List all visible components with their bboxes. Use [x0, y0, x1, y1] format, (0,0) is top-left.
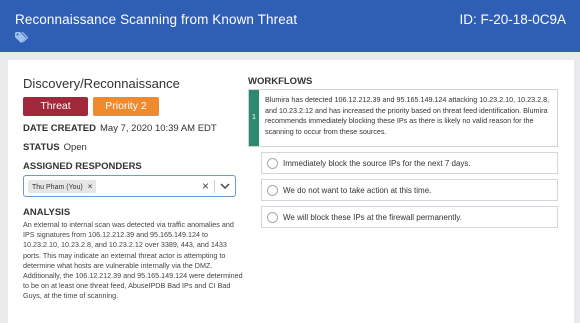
threat-badge: Threat — [23, 97, 88, 116]
status-label: STATUS — [23, 142, 60, 153]
workflow-step-number: 1 — [249, 90, 259, 146]
workflow-step: 1 Blumira has detected 106.12.212.39 and… — [248, 89, 558, 147]
status-value: Open — [63, 142, 87, 153]
workflow-option[interactable]: We do not want to take action at this ti… — [261, 179, 558, 201]
workflow-step-text: Blumira has detected 106.12.212.39 and 9… — [265, 95, 550, 136]
tags-icon[interactable] — [15, 32, 29, 44]
page-title: Reconnaissance Scanning from Known Threa… — [15, 12, 298, 27]
section-title: Discovery/Reconnaissance — [23, 76, 180, 91]
radio-button[interactable] — [267, 212, 278, 223]
responders-select[interactable]: Thu Pham (You) × × — [23, 175, 236, 197]
analysis-label: ANALYSIS — [23, 207, 71, 218]
status-row: STATUS Open — [23, 142, 87, 153]
responder-chip: Thu Pham (You) × — [28, 180, 97, 193]
responder-chip-label: Thu Pham (You) — [32, 184, 83, 191]
workflow-option[interactable]: We will block these IPs at the firewall … — [261, 206, 558, 228]
workflow-option-label: Immediately block the source IPs for the… — [283, 159, 471, 168]
select-divider — [214, 180, 215, 193]
finding-card: Discovery/Reconnaissance Threat Priority… — [8, 60, 574, 323]
radio-button[interactable] — [267, 158, 278, 169]
date-created-row: DATE CREATED May 7, 2020 10:39 AM EDT — [23, 123, 217, 134]
close-icon[interactable]: × — [88, 182, 93, 191]
chevron-down-icon[interactable] — [220, 182, 230, 190]
assigned-responders-label: ASSIGNED RESPONDERS — [23, 161, 142, 172]
workflows-title: WORKFLOWS — [248, 76, 313, 87]
workflow-option-label: We do not want to take action at this ti… — [283, 186, 432, 195]
date-created-value: May 7, 2020 10:39 AM EDT — [100, 123, 217, 134]
workflow-option[interactable]: Immediately block the source IPs for the… — [261, 152, 558, 174]
clear-icon[interactable]: × — [202, 179, 209, 193]
workflow-option-label: We will block these IPs at the firewall … — [283, 213, 462, 222]
finding-id: ID: F-20-18-0C9A — [459, 12, 566, 27]
date-created-label: DATE CREATED — [23, 123, 97, 134]
page-header: Reconnaissance Scanning from Known Threa… — [0, 0, 580, 52]
analysis-text: An external to internal scan was detecte… — [23, 220, 243, 301]
radio-button[interactable] — [267, 185, 278, 196]
priority-badge: Priority 2 — [93, 97, 159, 116]
